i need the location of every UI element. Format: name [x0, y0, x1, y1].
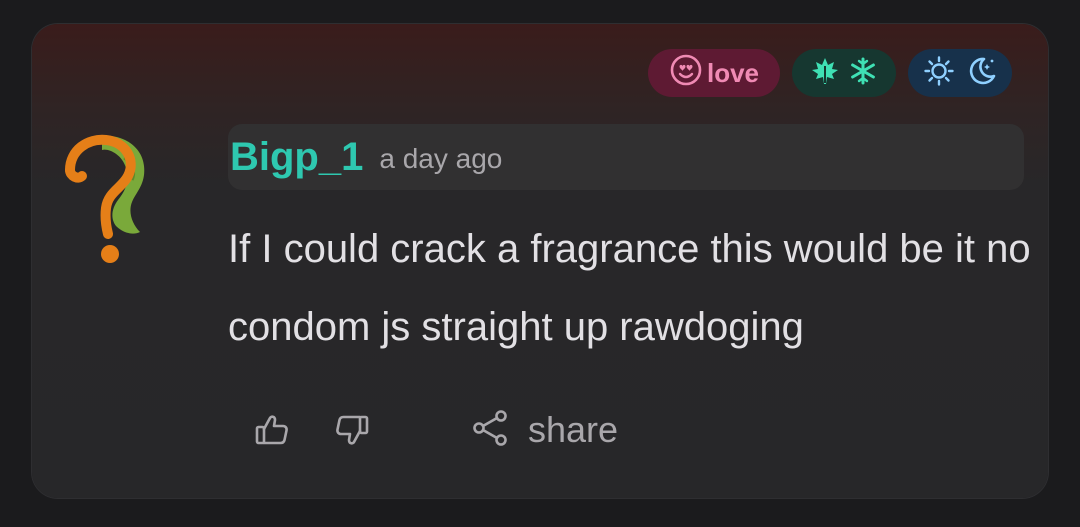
comment-card: love Bigp_1 a day ago If I could crack a… [32, 24, 1048, 498]
moon-stars-icon [965, 55, 997, 92]
share-label: share [528, 409, 619, 450]
share-button[interactable]: share [470, 408, 618, 453]
username[interactable]: Bigp_1 [230, 135, 363, 180]
heart-eyes-icon [669, 53, 703, 94]
time-of-day-tag[interactable] [908, 49, 1012, 97]
love-tag[interactable]: love [648, 49, 780, 97]
season-tag[interactable] [792, 49, 896, 97]
thumbs-down-icon[interactable] [332, 410, 372, 450]
comment-text: If I could crack a fragrance this would … [228, 227, 1031, 349]
comment-header: Bigp_1 a day ago [228, 124, 1024, 190]
thumbs-up-icon[interactable] [252, 410, 292, 450]
avatar[interactable] [62, 132, 158, 268]
comment-timestamp: a day ago [379, 143, 503, 174]
reaction-tags: love [648, 49, 1012, 97]
love-tag-label: love [706, 57, 760, 88]
sun-icon [923, 55, 955, 92]
snowflake-icon [848, 56, 878, 91]
share-icon [470, 408, 510, 453]
comment-actions: share [252, 402, 618, 458]
maple-leaf-icon [810, 56, 840, 91]
